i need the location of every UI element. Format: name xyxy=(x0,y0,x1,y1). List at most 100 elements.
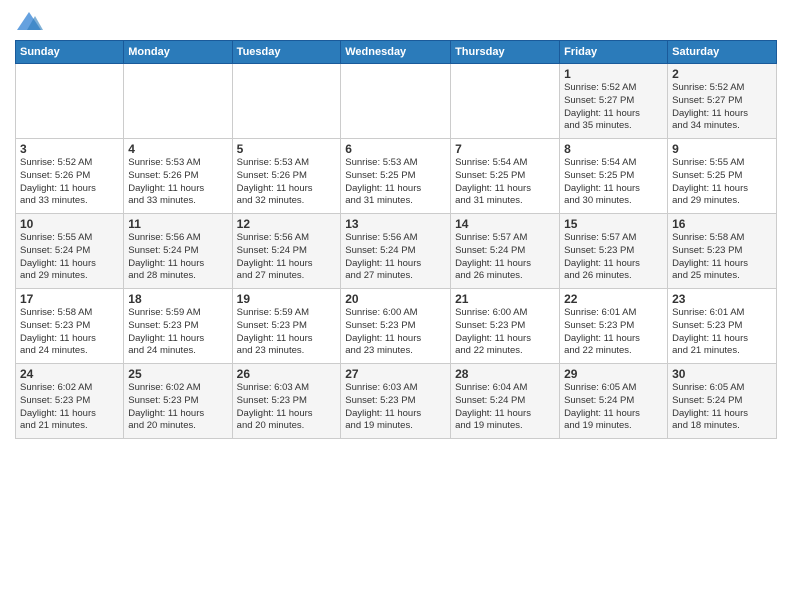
calendar-cell: 15Sunrise: 5:57 AM Sunset: 5:23 PM Dayli… xyxy=(560,214,668,289)
day-info: Sunrise: 6:02 AM Sunset: 5:23 PM Dayligh… xyxy=(128,382,227,433)
day-number: 12 xyxy=(237,217,337,231)
day-info: Sunrise: 5:56 AM Sunset: 5:24 PM Dayligh… xyxy=(128,232,227,283)
day-info: Sunrise: 6:04 AM Sunset: 5:24 PM Dayligh… xyxy=(455,382,555,433)
calendar-week-row: 1Sunrise: 5:52 AM Sunset: 5:27 PM Daylig… xyxy=(16,64,777,139)
calendar-cell: 29Sunrise: 6:05 AM Sunset: 5:24 PM Dayli… xyxy=(560,364,668,439)
day-info: Sunrise: 5:53 AM Sunset: 5:26 PM Dayligh… xyxy=(237,157,337,208)
day-info: Sunrise: 5:52 AM Sunset: 5:27 PM Dayligh… xyxy=(672,82,772,133)
weekday-header: Thursday xyxy=(451,41,560,64)
day-info: Sunrise: 5:56 AM Sunset: 5:24 PM Dayligh… xyxy=(345,232,446,283)
calendar-cell: 1Sunrise: 5:52 AM Sunset: 5:27 PM Daylig… xyxy=(560,64,668,139)
day-info: Sunrise: 6:01 AM Sunset: 5:23 PM Dayligh… xyxy=(672,307,772,358)
calendar-cell: 8Sunrise: 5:54 AM Sunset: 5:25 PM Daylig… xyxy=(560,139,668,214)
weekday-header: Sunday xyxy=(16,41,124,64)
calendar-cell: 26Sunrise: 6:03 AM Sunset: 5:23 PM Dayli… xyxy=(232,364,341,439)
calendar-cell: 16Sunrise: 5:58 AM Sunset: 5:23 PM Dayli… xyxy=(668,214,777,289)
day-number: 6 xyxy=(345,142,446,156)
day-number: 4 xyxy=(128,142,227,156)
day-info: Sunrise: 6:03 AM Sunset: 5:23 PM Dayligh… xyxy=(345,382,446,433)
day-info: Sunrise: 6:00 AM Sunset: 5:23 PM Dayligh… xyxy=(345,307,446,358)
calendar-cell: 17Sunrise: 5:58 AM Sunset: 5:23 PM Dayli… xyxy=(16,289,124,364)
calendar-cell xyxy=(232,64,341,139)
day-info: Sunrise: 5:56 AM Sunset: 5:24 PM Dayligh… xyxy=(237,232,337,283)
day-info: Sunrise: 5:58 AM Sunset: 5:23 PM Dayligh… xyxy=(672,232,772,283)
day-number: 5 xyxy=(237,142,337,156)
weekday-header: Tuesday xyxy=(232,41,341,64)
day-number: 9 xyxy=(672,142,772,156)
logo xyxy=(15,10,45,34)
day-info: Sunrise: 6:00 AM Sunset: 5:23 PM Dayligh… xyxy=(455,307,555,358)
day-info: Sunrise: 5:52 AM Sunset: 5:26 PM Dayligh… xyxy=(20,157,119,208)
day-info: Sunrise: 5:53 AM Sunset: 5:25 PM Dayligh… xyxy=(345,157,446,208)
calendar-cell: 24Sunrise: 6:02 AM Sunset: 5:23 PM Dayli… xyxy=(16,364,124,439)
day-number: 15 xyxy=(564,217,663,231)
day-number: 1 xyxy=(564,67,663,81)
day-number: 29 xyxy=(564,367,663,381)
day-number: 27 xyxy=(345,367,446,381)
page: SundayMondayTuesdayWednesdayThursdayFrid… xyxy=(0,0,792,612)
weekday-header: Friday xyxy=(560,41,668,64)
day-number: 21 xyxy=(455,292,555,306)
calendar-cell: 20Sunrise: 6:00 AM Sunset: 5:23 PM Dayli… xyxy=(341,289,451,364)
day-info: Sunrise: 5:55 AM Sunset: 5:24 PM Dayligh… xyxy=(20,232,119,283)
day-number: 18 xyxy=(128,292,227,306)
day-info: Sunrise: 5:58 AM Sunset: 5:23 PM Dayligh… xyxy=(20,307,119,358)
weekday-header: Saturday xyxy=(668,41,777,64)
logo-icon xyxy=(15,10,43,34)
calendar-cell: 6Sunrise: 5:53 AM Sunset: 5:25 PM Daylig… xyxy=(341,139,451,214)
day-number: 2 xyxy=(672,67,772,81)
day-info: Sunrise: 6:03 AM Sunset: 5:23 PM Dayligh… xyxy=(237,382,337,433)
day-info: Sunrise: 6:05 AM Sunset: 5:24 PM Dayligh… xyxy=(672,382,772,433)
day-info: Sunrise: 5:59 AM Sunset: 5:23 PM Dayligh… xyxy=(237,307,337,358)
day-info: Sunrise: 6:01 AM Sunset: 5:23 PM Dayligh… xyxy=(564,307,663,358)
day-number: 11 xyxy=(128,217,227,231)
day-info: Sunrise: 6:02 AM Sunset: 5:23 PM Dayligh… xyxy=(20,382,119,433)
day-number: 14 xyxy=(455,217,555,231)
day-info: Sunrise: 5:55 AM Sunset: 5:25 PM Dayligh… xyxy=(672,157,772,208)
calendar-cell xyxy=(124,64,232,139)
day-number: 30 xyxy=(672,367,772,381)
calendar-cell: 10Sunrise: 5:55 AM Sunset: 5:24 PM Dayli… xyxy=(16,214,124,289)
calendar-cell: 18Sunrise: 5:59 AM Sunset: 5:23 PM Dayli… xyxy=(124,289,232,364)
calendar-cell: 19Sunrise: 5:59 AM Sunset: 5:23 PM Dayli… xyxy=(232,289,341,364)
weekday-header: Monday xyxy=(124,41,232,64)
calendar-cell: 14Sunrise: 5:57 AM Sunset: 5:24 PM Dayli… xyxy=(451,214,560,289)
day-number: 28 xyxy=(455,367,555,381)
day-number: 23 xyxy=(672,292,772,306)
calendar-cell: 4Sunrise: 5:53 AM Sunset: 5:26 PM Daylig… xyxy=(124,139,232,214)
day-info: Sunrise: 5:54 AM Sunset: 5:25 PM Dayligh… xyxy=(455,157,555,208)
calendar-week-row: 17Sunrise: 5:58 AM Sunset: 5:23 PM Dayli… xyxy=(16,289,777,364)
day-number: 8 xyxy=(564,142,663,156)
calendar-week-row: 10Sunrise: 5:55 AM Sunset: 5:24 PM Dayli… xyxy=(16,214,777,289)
calendar-header-row: SundayMondayTuesdayWednesdayThursdayFrid… xyxy=(16,41,777,64)
day-number: 22 xyxy=(564,292,663,306)
calendar-cell: 9Sunrise: 5:55 AM Sunset: 5:25 PM Daylig… xyxy=(668,139,777,214)
day-info: Sunrise: 5:59 AM Sunset: 5:23 PM Dayligh… xyxy=(128,307,227,358)
calendar-cell: 23Sunrise: 6:01 AM Sunset: 5:23 PM Dayli… xyxy=(668,289,777,364)
day-number: 17 xyxy=(20,292,119,306)
calendar-cell: 12Sunrise: 5:56 AM Sunset: 5:24 PM Dayli… xyxy=(232,214,341,289)
header xyxy=(15,10,777,34)
day-number: 16 xyxy=(672,217,772,231)
day-number: 25 xyxy=(128,367,227,381)
day-info: Sunrise: 5:53 AM Sunset: 5:26 PM Dayligh… xyxy=(128,157,227,208)
calendar-cell: 7Sunrise: 5:54 AM Sunset: 5:25 PM Daylig… xyxy=(451,139,560,214)
calendar-cell: 11Sunrise: 5:56 AM Sunset: 5:24 PM Dayli… xyxy=(124,214,232,289)
calendar-cell: 22Sunrise: 6:01 AM Sunset: 5:23 PM Dayli… xyxy=(560,289,668,364)
calendar-cell: 13Sunrise: 5:56 AM Sunset: 5:24 PM Dayli… xyxy=(341,214,451,289)
calendar-cell xyxy=(16,64,124,139)
day-number: 24 xyxy=(20,367,119,381)
day-info: Sunrise: 5:57 AM Sunset: 5:24 PM Dayligh… xyxy=(455,232,555,283)
weekday-header: Wednesday xyxy=(341,41,451,64)
calendar-cell: 21Sunrise: 6:00 AM Sunset: 5:23 PM Dayli… xyxy=(451,289,560,364)
day-info: Sunrise: 5:57 AM Sunset: 5:23 PM Dayligh… xyxy=(564,232,663,283)
calendar-cell xyxy=(341,64,451,139)
calendar-cell: 25Sunrise: 6:02 AM Sunset: 5:23 PM Dayli… xyxy=(124,364,232,439)
day-info: Sunrise: 5:52 AM Sunset: 5:27 PM Dayligh… xyxy=(564,82,663,133)
day-number: 13 xyxy=(345,217,446,231)
day-number: 3 xyxy=(20,142,119,156)
calendar-cell: 30Sunrise: 6:05 AM Sunset: 5:24 PM Dayli… xyxy=(668,364,777,439)
day-number: 19 xyxy=(237,292,337,306)
day-number: 20 xyxy=(345,292,446,306)
day-info: Sunrise: 6:05 AM Sunset: 5:24 PM Dayligh… xyxy=(564,382,663,433)
